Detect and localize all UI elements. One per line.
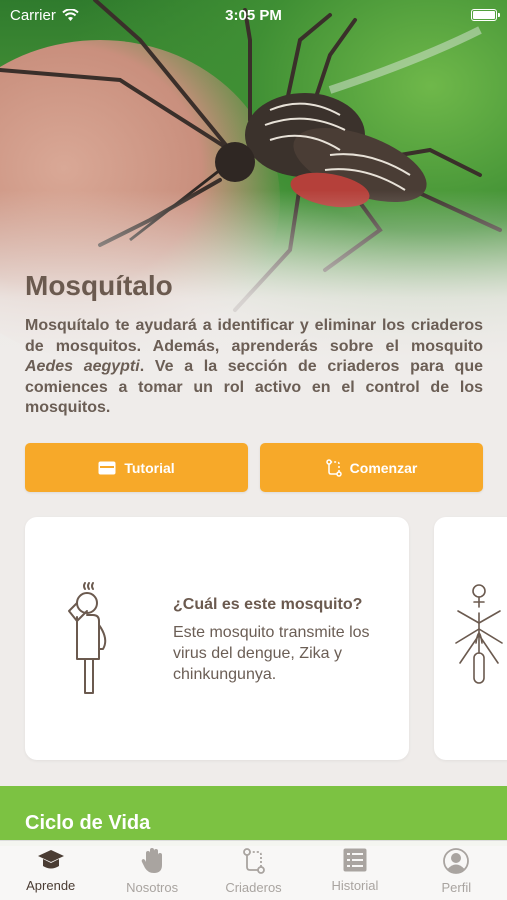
info-card-mosquito[interactable]: ¿Cuál es este mosquito? Este mosquito tr… xyxy=(25,517,409,760)
card-title: ¿Cuál es este mosquito? xyxy=(173,596,363,613)
intro-text-part1: Mosquítalo te ayudará a identificar y el… xyxy=(25,317,483,355)
status-bar: Carrier 3:05 PM xyxy=(0,0,507,30)
lifecycle-section[interactable]: Ciclo de Vida xyxy=(0,786,507,846)
tab-bar: Aprende Nosotros Criaderos Historial Per… xyxy=(0,840,507,900)
tab-label: Perfil xyxy=(441,880,472,895)
person-thinking-icon xyxy=(68,582,107,694)
tab-label: Aprende xyxy=(26,878,76,893)
tab-aprende[interactable]: Aprende xyxy=(0,841,101,900)
card-text: Este mosquito transmite los virus del de… xyxy=(173,624,370,683)
tab-label: Nosotros xyxy=(126,880,179,895)
battery-icon xyxy=(471,9,500,21)
tutorial-button[interactable]: Tutorial xyxy=(25,443,248,492)
wifi-icon xyxy=(62,9,79,21)
lifecycle-title: Ciclo de Vida xyxy=(25,812,151,834)
info-card-female[interactable] xyxy=(434,517,507,760)
route-icon xyxy=(325,458,342,477)
status-left: Carrier xyxy=(10,7,79,24)
tab-historial[interactable]: Historial xyxy=(304,841,405,900)
species-name: Aedes aegypti xyxy=(25,358,140,375)
tab-perfil[interactable]: Perfil xyxy=(406,841,507,900)
profile-icon xyxy=(443,848,470,874)
list-icon xyxy=(343,848,367,872)
tab-label: Historial xyxy=(331,878,379,893)
tab-label: Criaderos xyxy=(225,880,282,895)
carrier-label: Carrier xyxy=(10,6,56,24)
tab-criaderos[interactable]: Criaderos xyxy=(203,841,304,900)
route-icon xyxy=(242,848,265,874)
start-button-label: Comenzar xyxy=(349,459,418,476)
tab-nosotros[interactable]: Nosotros xyxy=(101,841,202,900)
hand-icon xyxy=(141,848,163,873)
intro-text: Mosquítalo te ayudará a identificar y el… xyxy=(25,316,483,419)
tutorial-button-label: Tutorial xyxy=(124,459,175,476)
tutorial-icon xyxy=(98,461,116,474)
graduation-cap-icon xyxy=(37,850,64,869)
app-title: Mosquítalo xyxy=(25,270,173,301)
start-button[interactable]: Comenzar xyxy=(260,443,483,492)
female-mosquito-icon xyxy=(455,584,503,684)
